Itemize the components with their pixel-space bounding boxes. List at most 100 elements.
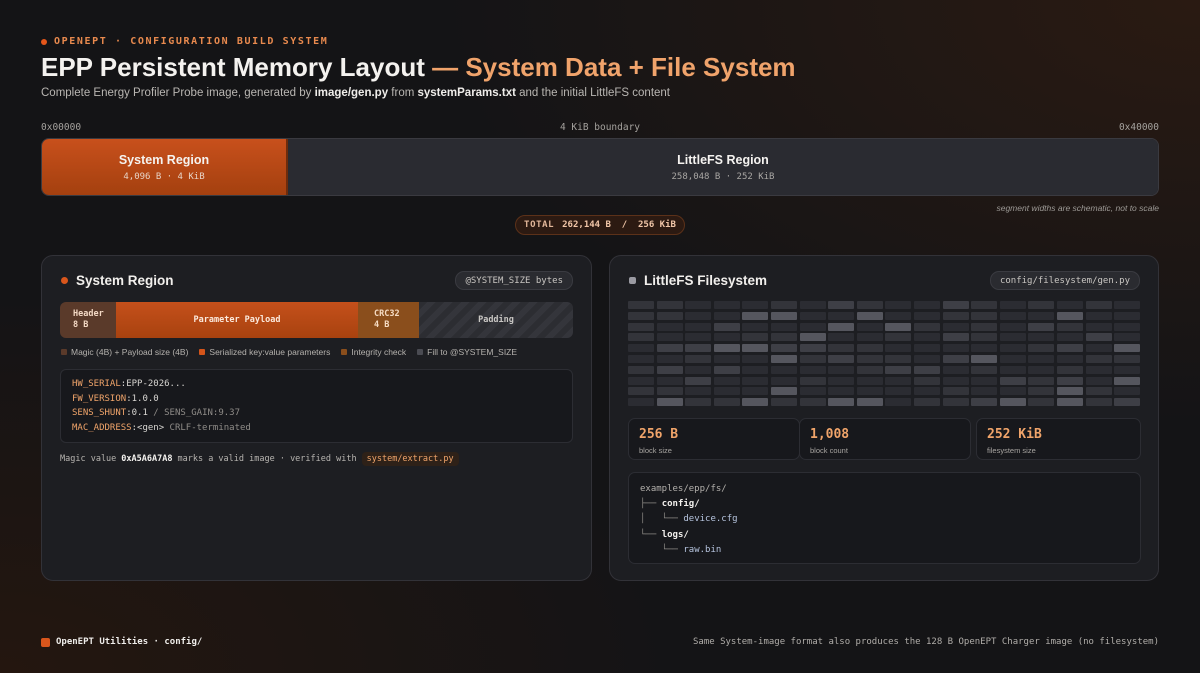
fs-block <box>828 311 855 320</box>
fs-block <box>999 387 1026 396</box>
fs-block <box>1028 344 1055 353</box>
fs-block <box>742 344 769 353</box>
code-key: HW_SERIAL <box>72 379 121 389</box>
fs-block <box>971 387 998 396</box>
fs-block <box>742 301 769 309</box>
stat-label: filesystem size <box>987 446 1036 455</box>
code-comment: CRLF-terminated <box>169 422 251 433</box>
tree-root: examples/epp/fs/ <box>640 484 727 494</box>
fs-block <box>656 365 683 374</box>
fs-block <box>656 311 683 320</box>
littlefs-region-name: LittleFS Region <box>677 152 769 167</box>
fs-block <box>914 301 940 309</box>
fs-block <box>885 333 912 342</box>
fs-block <box>771 365 797 374</box>
fs-block <box>1114 355 1141 363</box>
fs-block <box>742 311 769 320</box>
fs-generator-badge: config/filesystem/gen.py <box>989 271 1140 290</box>
fs-block <box>1057 333 1083 342</box>
fs-block <box>914 355 940 363</box>
system-card-dot-icon <box>61 277 68 284</box>
fs-block <box>685 376 712 385</box>
fs-block <box>1028 301 1055 309</box>
fs-block <box>685 344 712 353</box>
total-badge: TOTAL 262,144 B / 256 KiB <box>515 215 685 235</box>
fs-block <box>942 322 969 331</box>
fs-block <box>999 301 1026 309</box>
magic-value: 0xA5A6A7A8 <box>121 454 173 464</box>
fs-block <box>971 344 998 353</box>
fs-block <box>942 333 969 342</box>
fs-block <box>685 301 712 309</box>
fs-block <box>828 376 855 385</box>
code-line: SENS_SHUNT:0.1 / SENS_GAIN:9.37 <box>72 408 240 418</box>
fs-block <box>771 322 797 331</box>
fs-block <box>914 376 940 385</box>
fs-block <box>1057 365 1083 374</box>
fs-block <box>1057 311 1083 320</box>
padding-segment-name: Padding <box>478 314 514 325</box>
header-segment: Header 8 B <box>60 302 116 338</box>
tree-file: device.cfg <box>683 514 738 525</box>
fs-block <box>856 365 883 374</box>
stat-label: block count <box>810 446 848 455</box>
fs-block <box>656 355 683 363</box>
fs-block <box>1085 333 1112 342</box>
stat-value: 252 KiB <box>987 427 1042 442</box>
fs-block <box>828 387 855 396</box>
fs-block <box>1085 376 1112 385</box>
fs-block <box>1085 387 1112 396</box>
legend-item: Fill to @SYSTEM_SIZE <box>417 347 517 357</box>
fs-block <box>971 333 998 342</box>
fs-block <box>771 398 797 407</box>
fs-block <box>942 398 969 407</box>
subtitle-post: and the initial LittleFS content <box>515 87 671 99</box>
payload-segment: Parameter Payload <box>116 302 358 338</box>
system-region-card: System Region @SYSTEM_SIZE bytes Header … <box>41 255 592 581</box>
code-line: FW_VERSION:1.0.0 <box>72 393 159 404</box>
header-segment-size: 8 B <box>73 320 89 330</box>
fs-block <box>828 322 855 331</box>
fs-block <box>1057 301 1083 309</box>
stat-value: 1,008 <box>810 427 850 442</box>
fs-block <box>685 387 712 396</box>
tree-dir: logs/ <box>661 529 689 540</box>
payload-segment-name: Parameter Payload <box>193 314 281 325</box>
fs-block <box>914 333 940 342</box>
schematic-note: segment widths are schematic, not to sca… <box>996 203 1159 213</box>
fs-block <box>799 322 826 331</box>
fs-block <box>628 387 654 396</box>
fs-block <box>1057 322 1083 331</box>
fs-block <box>999 355 1026 363</box>
fs-block <box>942 376 969 385</box>
fs-block <box>914 365 940 374</box>
tree-node: ├── config/ <box>640 499 700 510</box>
fs-block <box>713 311 740 320</box>
fs-block <box>1085 301 1112 309</box>
fs-block <box>656 333 683 342</box>
fs-block <box>1114 376 1141 385</box>
fs-block <box>885 387 912 396</box>
system-region-segment: System Region 4,096 B · 4 KiB <box>42 139 288 195</box>
code-value: SENS_GAIN:9.37 <box>164 408 240 418</box>
fs-block <box>713 301 740 309</box>
stat-card: 252 KiB filesystem size <box>976 418 1141 460</box>
fs-block <box>942 301 969 309</box>
subtitle-mid: from <box>388 87 418 99</box>
stat-value: 256 B <box>639 427 679 442</box>
fs-block <box>771 376 797 385</box>
fs-block <box>1028 311 1055 320</box>
magic-value-note: Magic value 0xA5A6A7A8 marks a valid ima… <box>60 452 459 466</box>
fs-block <box>1028 333 1055 342</box>
fs-block <box>1057 398 1083 407</box>
fs-block <box>799 311 826 320</box>
extract-script-chip: system/extract.py <box>361 452 459 466</box>
fs-block <box>656 344 683 353</box>
eyebrow-dot-icon <box>41 38 47 45</box>
fs-block <box>656 398 683 407</box>
fs-block <box>856 333 883 342</box>
fs-block <box>628 398 654 407</box>
footer-left-label: OpenEPT Utilities · config/ <box>56 637 203 647</box>
fs-block <box>742 355 769 363</box>
fs-block <box>771 344 797 353</box>
